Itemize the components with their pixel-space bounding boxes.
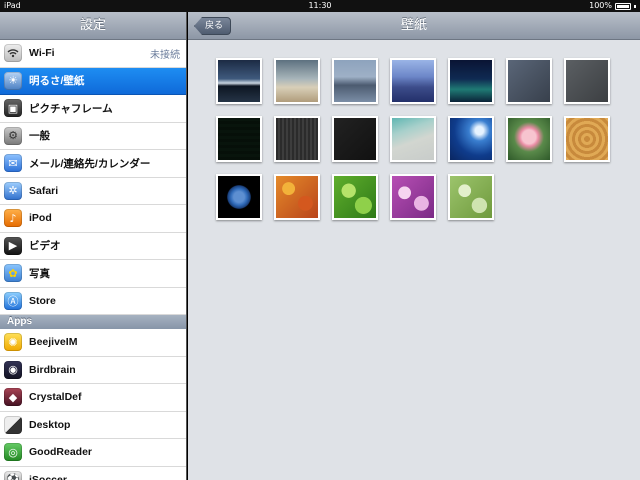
row-label: Store [29, 294, 56, 307]
wallpaper-thumb[interactable] [390, 116, 436, 162]
mail-icon: ✉ [4, 154, 22, 173]
gear-icon: ⚙ [4, 126, 22, 145]
wallpaper-thumb[interactable] [216, 116, 262, 162]
wifi-icon [4, 44, 22, 63]
wallpaper-thumb[interactable] [390, 58, 436, 104]
sunflower-icon: ✿ [4, 264, 22, 283]
wallpaper-title: 壁紙 [400, 18, 427, 33]
row-label: ビデオ [29, 240, 61, 253]
settings-row-app-desktop[interactable]: Desktop [0, 411, 186, 439]
bird-icon: ◉ [4, 360, 22, 379]
row-value: 未接続 [150, 49, 180, 61]
row-label: iPod [29, 212, 52, 225]
row-label: iSoccer [29, 473, 67, 480]
battery-tip [634, 4, 636, 8]
wallpaper-thumb[interactable] [274, 174, 320, 220]
row-label: メール/連絡先/カレンダー [29, 157, 151, 170]
settings-row-wifi[interactable]: Wi-Fi 未接続 [0, 40, 186, 68]
wallpaper-thumb[interactable] [506, 58, 552, 104]
row-label: GoodReader [29, 446, 93, 459]
status-bar: iPad 11:30 100% [0, 0, 640, 12]
wallpaper-thumb[interactable] [564, 58, 610, 104]
wallpaper-thumb[interactable] [274, 116, 320, 162]
app-store-icon: Ⓐ [4, 291, 22, 310]
row-label: 写真 [29, 267, 50, 280]
settings-row-ipod[interactable]: ♪ iPod [0, 205, 186, 233]
row-label: ピクチャフレーム [29, 102, 113, 115]
settings-row-app-beejiveim[interactable]: ✺ BeejiveIM [0, 329, 186, 357]
soccer-icon: ⚽ [4, 470, 22, 480]
settings-row-app-isoccer[interactable]: ⚽ iSoccer [0, 466, 186, 480]
settings-row-brightness-wallpaper[interactable]: ☀ 明るさ/壁紙 [0, 67, 186, 95]
wallpaper-thumb[interactable] [332, 58, 378, 104]
settings-pane: 設定 Wi-Fi 未接続 ☀ 明るさ/壁紙 ▣ ピクチャフレーム ⚙ 一般 ✉ … [0, 12, 187, 480]
wallpaper-thumb[interactable] [506, 116, 552, 162]
wallpaper-navbar: 戻る 壁紙 [188, 12, 640, 40]
wallpaper-thumb[interactable] [448, 174, 494, 220]
desktop-icon [4, 415, 22, 434]
settings-navbar: 設定 [0, 12, 186, 40]
settings-row-app-crystaldef[interactable]: ◆ CrystalDef [0, 384, 186, 412]
settings-row-photos[interactable]: ✿ 写真 [0, 260, 186, 288]
clock: 11:30 [308, 1, 332, 10]
picture-frame-icon: ▣ [4, 99, 22, 118]
wallpaper-thumb[interactable] [332, 174, 378, 220]
row-label: Desktop [29, 418, 71, 431]
wallpaper-thumb[interactable] [390, 174, 436, 220]
settings-row-app-goodreader[interactable]: ◎ GoodReader [0, 439, 186, 467]
settings-title: 設定 [79, 18, 106, 33]
crystal-icon: ◆ [4, 388, 22, 407]
wallpaper-thumb[interactable] [448, 58, 494, 104]
wallpaper-thumb[interactable] [274, 58, 320, 104]
settings-row-picture-frame[interactable]: ▣ ピクチャフレーム [0, 95, 186, 123]
settings-row-safari[interactable]: ✲ Safari [0, 177, 186, 205]
wallpaper-thumb[interactable] [564, 116, 610, 162]
settings-row-mail[interactable]: ✉ メール/連絡先/カレンダー [0, 150, 186, 178]
battery-percent: 100% [589, 1, 612, 10]
row-label: CrystalDef [29, 391, 82, 404]
row-label: Safari [29, 184, 59, 197]
ipod-icon: ♪ [4, 209, 22, 228]
battery-icon [615, 2, 631, 10]
settings-row-video[interactable]: ▶ ビデオ [0, 232, 186, 260]
settings-row-store[interactable]: Ⓐ Store [0, 287, 186, 315]
battery-indicator: 100% [589, 0, 636, 12]
video-icon: ▶ [4, 236, 22, 255]
brightness-icon: ☀ [4, 71, 22, 90]
wallpaper-thumb[interactable] [216, 174, 262, 220]
wallpaper-thumb[interactable] [448, 116, 494, 162]
settings-row-general[interactable]: ⚙ 一般 [0, 122, 186, 150]
row-label: Birdbrain [29, 363, 76, 376]
eye-icon: ◎ [4, 443, 22, 462]
compass-icon: ✲ [4, 181, 22, 200]
row-label: 明るさ/壁紙 [29, 75, 85, 88]
beejive-icon: ✺ [4, 333, 22, 352]
row-label: 一般 [29, 130, 50, 143]
wallpaper-thumb[interactable] [332, 116, 378, 162]
row-label: BeejiveIM [29, 336, 78, 349]
settings-row-app-birdbrain[interactable]: ◉ Birdbrain [0, 356, 186, 384]
row-label: Wi-Fi [29, 47, 55, 60]
wallpaper-thumb[interactable] [216, 58, 262, 104]
wallpaper-pane: 戻る 壁紙 [188, 12, 640, 480]
apps-section-header: Apps [0, 315, 186, 329]
